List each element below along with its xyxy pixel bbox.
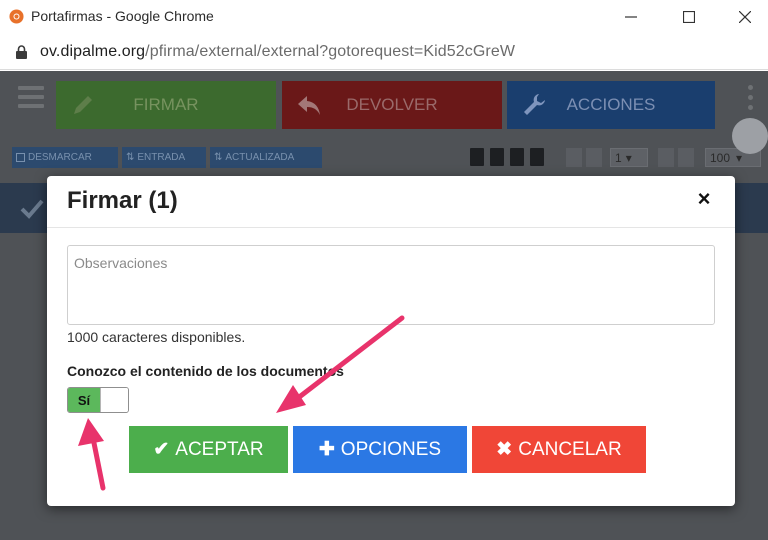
actualizada-label: ACTUALIZADA xyxy=(225,152,295,163)
file-icon[interactable] xyxy=(510,148,524,166)
entrada-sort-button[interactable]: ⇅ ENTRADA xyxy=(122,147,206,168)
url-path: /pfirma/external/external?gotorequest=Ki… xyxy=(145,43,516,60)
minimize-icon xyxy=(625,16,637,18)
firmar-toolbar-label: FIRMAR xyxy=(133,95,199,114)
toggle-knob xyxy=(100,388,128,412)
lock-icon xyxy=(16,45,27,59)
conozco-label: Conozco el contenido de los documentos xyxy=(67,363,344,379)
opciones-label: OPCIONES xyxy=(340,438,442,460)
chevron-down-icon: ▾ xyxy=(736,150,743,165)
devolver-toolbar-label: DEVOLVER xyxy=(346,95,438,114)
toggle-on-label: Sí xyxy=(68,388,100,412)
close-icon[interactable]: × xyxy=(693,188,715,210)
modal-header: Firmar (1) × xyxy=(47,176,735,228)
pdf-file-icon[interactable] xyxy=(490,148,504,166)
cross-icon: ✖ xyxy=(496,439,513,460)
devolver-toolbar-button[interactable]: DEVOLVER xyxy=(282,81,502,129)
url-domain: ov.dipalme.org xyxy=(40,43,146,60)
chrome-icon xyxy=(9,9,24,24)
chevron-down-icon: ▾ xyxy=(625,150,632,165)
next-page-button[interactable] xyxy=(658,148,674,167)
sort-icon: ⇅ xyxy=(214,152,223,163)
avatar xyxy=(732,118,768,154)
previous-page-button[interactable] xyxy=(586,148,602,167)
firmar-toolbar-button[interactable]: FIRMAR xyxy=(56,81,276,129)
window-title: Portafirmas - Google Chrome xyxy=(31,8,214,24)
aceptar-label: ACEPTAR xyxy=(175,438,264,460)
browser-window: Portafirmas - Google Chrome ov.dipalme.o… xyxy=(0,0,768,540)
more-options-icon[interactable] xyxy=(748,85,754,111)
acciones-toolbar-label: ACCIONES xyxy=(566,95,656,114)
cancelar-button[interactable]: ✖ CANCELAR xyxy=(472,426,646,473)
hamburger-menu-icon[interactable] xyxy=(18,86,44,108)
maximize-button[interactable] xyxy=(662,0,716,34)
last-page-button[interactable] xyxy=(678,148,694,167)
opciones-button[interactable]: ✚ OPCIONES xyxy=(293,426,467,473)
observaciones-input[interactable] xyxy=(67,245,715,325)
entrada-label: ENTRADA xyxy=(137,152,186,163)
maximize-icon xyxy=(683,11,695,23)
acciones-toolbar-button[interactable]: ACCIONES xyxy=(507,81,715,129)
file-icon[interactable] xyxy=(530,148,544,166)
plus-icon: ✚ xyxy=(318,439,335,460)
actualizada-sort-button[interactable]: ⇅ ACTUALIZADA xyxy=(210,147,322,168)
address-bar[interactable]: ov.dipalme.org/pfirma/external/external?… xyxy=(0,34,768,70)
characters-available: 1000 caracteres disponibles. xyxy=(67,329,246,345)
sort-icon: ⇅ xyxy=(126,152,135,163)
aceptar-button[interactable]: ✔ ACEPTAR xyxy=(129,426,288,473)
page-select[interactable]: 1 ▾ xyxy=(610,148,648,167)
checkbox-icon xyxy=(16,153,25,162)
pdf-file-icon[interactable] xyxy=(470,148,484,166)
modal-title: Firmar (1) xyxy=(67,187,178,214)
secondary-toolbar: DESMARCAR ⇅ ENTRADA ⇅ ACTUALIZADA 1 ▾ 10… xyxy=(0,144,768,170)
check-icon xyxy=(20,199,44,219)
window-close-button[interactable] xyxy=(718,0,768,34)
conozco-toggle[interactable]: Sí xyxy=(67,387,129,413)
page-select-value: 1 xyxy=(615,150,622,165)
desmarcar-label: DESMARCAR xyxy=(28,152,92,163)
minimize-button[interactable] xyxy=(604,0,658,34)
first-page-button[interactable] xyxy=(566,148,582,167)
close-icon xyxy=(739,11,751,23)
check-icon: ✔ xyxy=(153,439,170,460)
cancelar-label: CANCELAR xyxy=(518,438,622,460)
firmar-modal: Firmar (1) × 1000 caracteres disponibles… xyxy=(47,176,735,506)
per-page-value: 100 xyxy=(710,150,731,165)
title-bar: Portafirmas - Google Chrome xyxy=(0,0,768,34)
desmarcar-button[interactable]: DESMARCAR xyxy=(12,147,118,168)
url-text[interactable]: ov.dipalme.org/pfirma/external/external?… xyxy=(40,43,515,61)
